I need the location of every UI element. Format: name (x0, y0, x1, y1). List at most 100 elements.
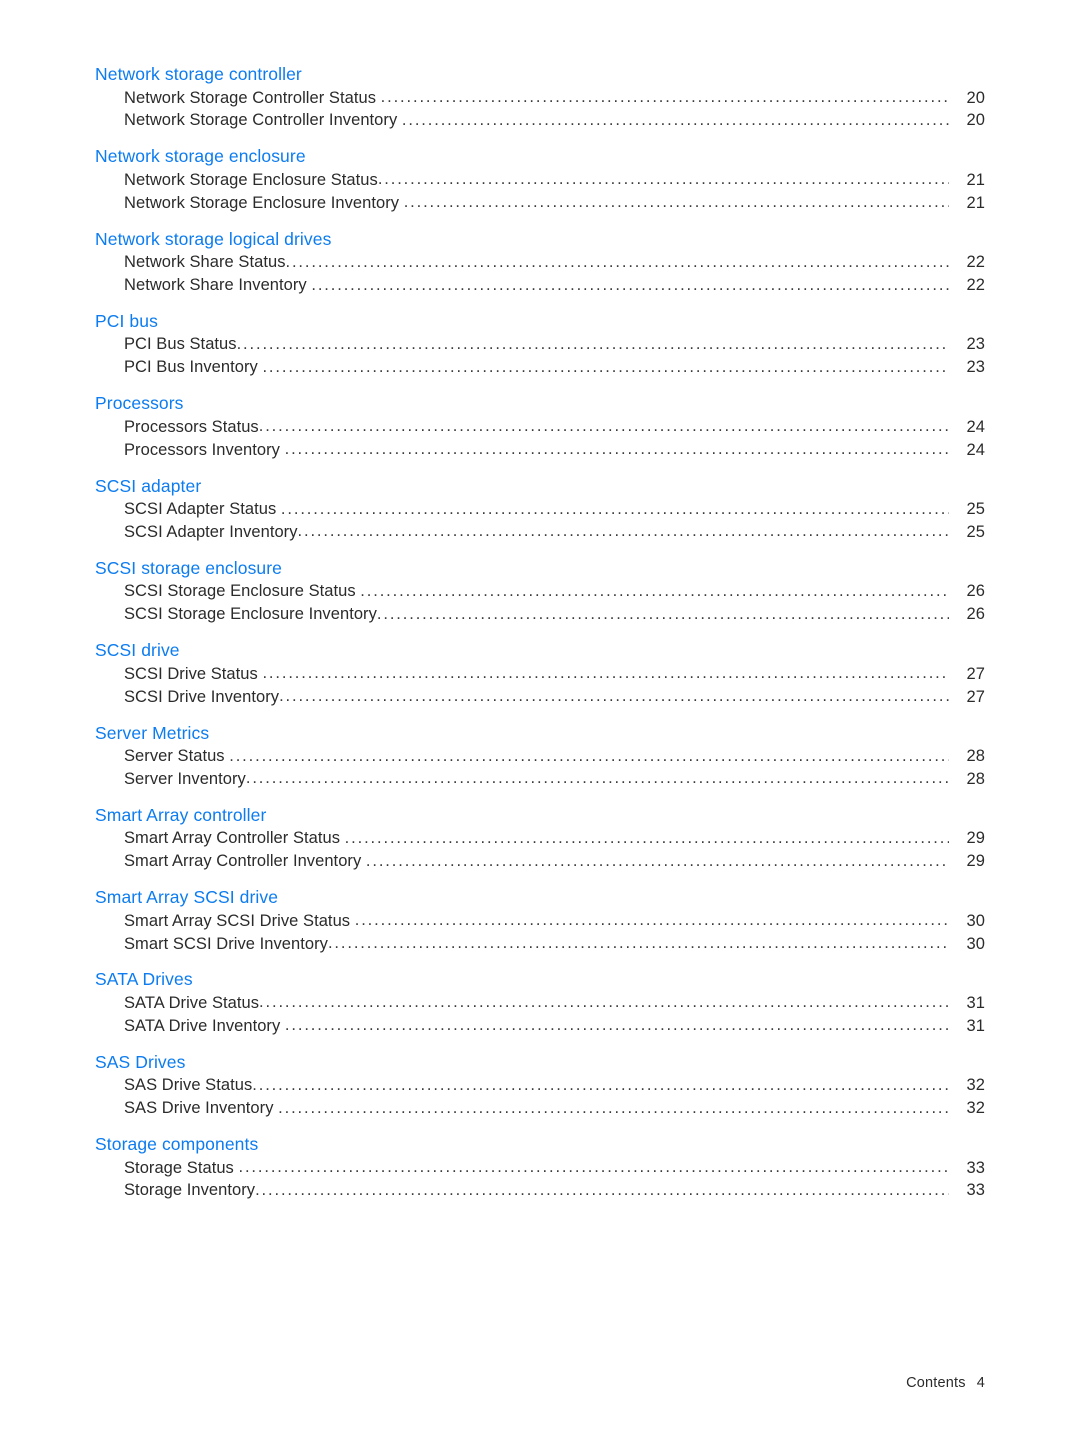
toc-dot-leader (402, 109, 949, 126)
toc-entry[interactable]: SCSI Adapter Inventory 25 (124, 520, 985, 543)
toc-entry[interactable]: Storage Status 33 (124, 1156, 985, 1179)
toc-group: SAS Drives SAS Drive Status 32 SAS Drive In… (95, 1050, 985, 1120)
toc-group-heading[interactable]: Server Metrics (95, 721, 985, 745)
toc-entry-title: SCSI Storage Enclosure Inventory (124, 605, 377, 624)
toc-entry-title: PCI Bus Status (124, 335, 237, 354)
toc-entry[interactable]: SCSI Drive Status 27 (124, 662, 985, 685)
toc-entry[interactable]: SAS Drive Inventory 32 (124, 1097, 985, 1120)
toc-entry-list: SCSI Adapter Status 25SCSI Adapter Inven… (95, 498, 985, 544)
toc-entry[interactable]: SCSI Storage Enclosure Status 26 (124, 580, 985, 603)
toc-entry[interactable]: Server Inventory 28 (124, 767, 985, 790)
toc-group: Smart Array controller Smart Array Contro… (95, 803, 985, 873)
toc-dot-leader (377, 603, 949, 620)
toc-dot-leader (262, 662, 949, 679)
toc-entry-title: Processors Inventory (124, 440, 285, 459)
toc-entry[interactable]: PCI Bus Status 23 (124, 333, 985, 356)
toc-group-heading[interactable]: Smart Array SCSI drive (95, 885, 985, 909)
toc-entry[interactable]: SCSI Storage Enclosure Inventory 26 (124, 603, 985, 626)
footer-page-number: 4 (976, 1375, 985, 1391)
toc-entry-title: Network Share Inventory (124, 276, 312, 295)
toc-entry-page-number: 32 (966, 1076, 985, 1095)
toc-dot-leader (229, 745, 949, 762)
toc-entry[interactable]: SATA Drive Status 31 (124, 991, 985, 1014)
toc-dot-leader (285, 438, 949, 455)
toc-entry-title: Storage Status (124, 1158, 239, 1177)
toc-entry[interactable]: Processors Inventory 24 (124, 438, 985, 461)
toc-entry[interactable]: Network Share Inventory 22 (124, 274, 985, 297)
toc-group-heading[interactable]: Network storage enclosure (95, 144, 985, 168)
toc-dot-leader (246, 767, 949, 784)
toc-entry[interactable]: PCI Bus Inventory 23 (124, 356, 985, 379)
toc-entry[interactable]: Processors Status 24 (124, 415, 985, 438)
toc-entry-title: SAS Drive Status (124, 1076, 253, 1095)
toc-entry-list: Network Storage Enclosure Status21Networ… (95, 168, 985, 214)
toc-group: SCSI driveSCSI Drive Status 27SCSI Drive… (95, 638, 985, 708)
toc-entry-title: SCSI Adapter Inventory (124, 522, 298, 541)
toc-entry-page-number: 21 (966, 193, 985, 212)
toc-group-heading[interactable]: PCI bus (95, 309, 985, 333)
toc-dot-leader (279, 685, 949, 702)
toc-group-heading[interactable]: Network storage logical drives (95, 227, 985, 251)
toc-dot-leader (355, 909, 949, 926)
toc-entry-page-number: 20 (966, 111, 985, 130)
toc-group-heading[interactable]: Network storage controller (95, 62, 985, 86)
toc-group-heading[interactable]: SCSI storage enclosure (95, 556, 985, 580)
toc-group-heading[interactable]: SCSI adapter (95, 474, 985, 498)
toc-entry-page-number: 27 (966, 664, 985, 683)
toc-entry-list: SCSI Storage Enclosure Status 26SCSI Sto… (95, 580, 985, 626)
toc-entry-title: Smart Array SCSI Drive Status (124, 911, 355, 930)
toc-entry[interactable]: Storage Inventory 33 (124, 1179, 985, 1202)
toc-entry[interactable]: Network Storage Controller Status 20 (124, 86, 985, 109)
toc-group: Network storage enclosure Network Storage… (95, 144, 985, 214)
toc-group: Network storage controller Network Storag… (95, 62, 985, 132)
toc-dot-leader (366, 850, 949, 867)
toc-entry-list: Smart Array SCSI Drive Status 30Smart SC… (95, 909, 985, 955)
toc-entry-title: SCSI Storage Enclosure Status (124, 582, 361, 601)
toc-entry[interactable]: Network Storage Controller Inventory 20 (124, 109, 985, 132)
toc-entry-page-number: 28 (966, 769, 985, 788)
toc-entry[interactable]: Server Status 28 (124, 745, 985, 768)
toc-entry-title: SATA Drive Inventory (124, 1016, 285, 1035)
toc-dot-leader (345, 827, 949, 844)
toc-entry-page-number: 22 (966, 253, 985, 272)
toc-group-heading[interactable]: SCSI drive (95, 638, 985, 662)
toc-dot-leader (285, 1014, 949, 1031)
toc-entry[interactable]: Smart SCSI Drive Inventory 30 (124, 932, 985, 955)
toc-group-heading[interactable]: SATA Drives (95, 967, 985, 991)
toc-dot-leader (311, 274, 949, 291)
footer-section-label: Contents (906, 1375, 966, 1391)
toc-entry[interactable]: SCSI Adapter Status 25 (124, 498, 985, 521)
toc-entry-title: SAS Drive Inventory (124, 1099, 279, 1118)
toc-entry[interactable]: Network Storage Enclosure Inventory 21 (124, 191, 985, 214)
toc-group: SCSI adapterSCSI Adapter Status 25SCSI A… (95, 474, 985, 544)
toc-entry-title: Network Storage Controller Inventory (124, 111, 402, 130)
toc-entry[interactable]: Network Share Status 22 (124, 251, 985, 274)
toc-entry-list: SCSI Drive Status 27SCSI Drive Inventory… (95, 662, 985, 708)
toc-entry[interactable]: SCSI Drive Inventory 27 (124, 685, 985, 708)
toc-group-heading[interactable]: Smart Array controller (95, 803, 985, 827)
toc-entry-page-number: 22 (966, 276, 985, 295)
toc-entry[interactable]: SAS Drive Status 32 (124, 1074, 985, 1097)
toc-entry[interactable]: SATA Drive Inventory 31 (124, 1014, 985, 1037)
toc-group-heading[interactable]: SAS Drives (95, 1050, 985, 1074)
toc-dot-leader (237, 333, 949, 350)
toc-entry[interactable]: Smart Array Controller Status 29 (124, 827, 985, 850)
toc-entry-title: PCI Bus Inventory (124, 358, 263, 377)
toc-entry-list: Storage Status 33 Storage Inventory 33 (95, 1156, 985, 1202)
toc-entry-page-number: 31 (966, 1016, 985, 1035)
toc-entry[interactable]: Smart Array Controller Inventory 29 (124, 850, 985, 873)
toc-dot-leader (255, 1179, 949, 1196)
toc-entry[interactable]: Network Storage Enclosure Status 21 (124, 168, 985, 191)
toc-entry[interactable]: Smart Array SCSI Drive Status 30 (124, 909, 985, 932)
toc-entry-title: Network Storage Enclosure Inventory (124, 193, 404, 212)
toc-group: Network storage logical drives Network Sh… (95, 227, 985, 297)
toc-group: Storage componentsStorage Status 33Stora… (95, 1132, 985, 1202)
toc-entry-title: Smart Array Controller Status (124, 829, 345, 848)
toc-entry-title: Network Storage Enclosure Status (124, 170, 378, 189)
toc-dot-leader (262, 356, 949, 373)
toc-group-heading[interactable]: Processors (95, 391, 985, 415)
toc-entry-page-number: 26 (966, 582, 985, 601)
toc-entry-list: Smart Array Controller Status 29Smart Ar… (95, 827, 985, 873)
document-page: Network storage controller Network Storag… (0, 0, 1080, 1437)
toc-group-heading[interactable]: Storage components (95, 1132, 985, 1156)
